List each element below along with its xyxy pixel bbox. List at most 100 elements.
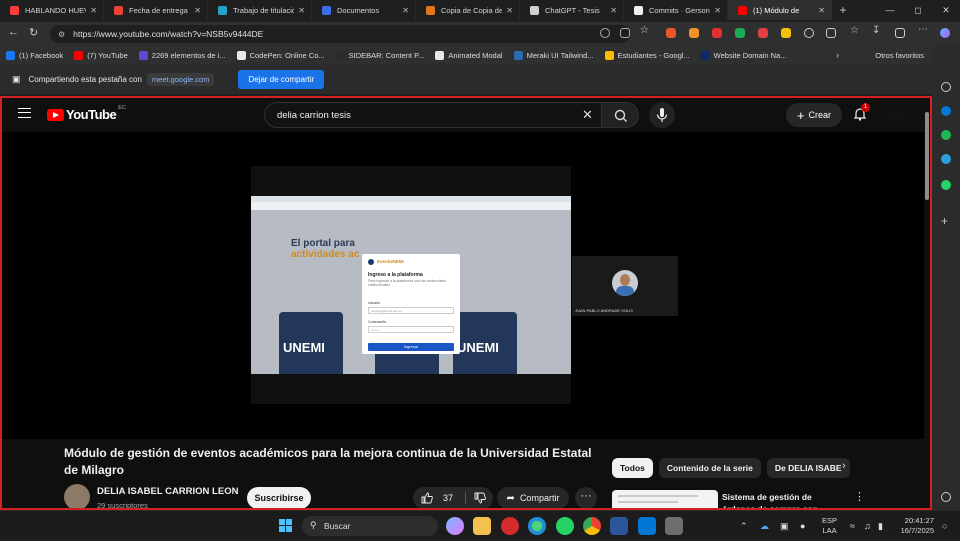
color-extension-icon[interactable] [758,28,768,38]
video-player[interactable]: El portal para actividades ac UNEMI UNEM… [2,132,930,439]
close-tab-icon[interactable]: ✕ [506,6,513,15]
filter-chip[interactable]: Todos [612,458,653,478]
whatsapp-icon[interactable] [556,517,574,535]
read-aloud-icon[interactable] [620,28,630,38]
share-button[interactable]: ➦ Compartir [497,487,569,508]
filter-chip[interactable]: Contenido de la serie [658,458,761,478]
copilot-icon[interactable] [940,28,950,38]
bookmark-item[interactable]: 2269 elementos de i... [138,50,226,60]
scrollbar-thumb[interactable] [925,112,929,200]
windows-start-icon[interactable] [279,519,293,533]
edge-icon[interactable] [528,517,546,535]
telegram-icon[interactable] [941,154,951,164]
clear-search-icon[interactable]: ✕ [582,107,593,123]
account-avatar[interactable] [887,105,907,125]
notifications-icon[interactable]: ○ [942,521,947,531]
reload-icon[interactable]: ↻ [29,26,38,39]
menu-icon[interactable] [18,108,31,118]
browser-tab[interactable]: Commits · GersonS ✕ [624,0,728,20]
youtube-logo[interactable]: YouTube EC [47,105,126,122]
settings-menu-icon[interactable]: ⋯ [918,24,928,35]
outlook-icon[interactable] [941,106,951,116]
search-input[interactable]: delia carrion tesis [264,102,602,128]
metamask-extension-icon[interactable] [689,28,699,38]
favorites-icon[interactable]: ☆ [850,25,860,36]
split-screen-icon[interactable] [826,28,836,38]
input-language[interactable]: ESP LAA [822,516,837,536]
bookmark-item[interactable]: Website Domain Na... [700,50,786,60]
bookmark-item[interactable]: Estudiantes - Googl... [604,50,690,60]
maximize-icon[interactable]: ◻ [904,0,932,20]
battery-icon[interactable]: ▮ [878,521,883,532]
close-tab-icon[interactable]: ✕ [714,6,721,15]
bookmark-item[interactable]: Meraki UI Tailwind... [513,50,594,60]
add-icon[interactable]: + [941,215,951,227]
close-tab-icon[interactable]: ✕ [610,6,617,15]
subscribe-button[interactable]: Suscribirse [247,487,311,508]
bookmark-item[interactable]: (1) Facebook [6,50,63,60]
calculator-icon[interactable] [665,517,683,535]
bookmark-item[interactable]: SIDEBAR: Content P... [335,50,424,60]
word-icon[interactable] [610,517,628,535]
recommendation-thumbnail[interactable] [612,490,718,508]
recommendation-title[interactable]: Sistema de gestión de órdenes de compra … [722,491,846,508]
like-button[interactable]: 37 [413,487,465,508]
search-button[interactable] [601,102,639,128]
channel-avatar[interactable] [64,484,90,508]
spotify-icon[interactable] [941,130,951,140]
browser-tab[interactable]: (1) Módulo de ✕ [728,0,832,20]
other-favorites[interactable]: Otros favoritos [875,51,924,60]
taskbar-search[interactable]: ⚲ Buscar [302,516,438,536]
wifi-icon[interactable]: ≈ [850,521,855,531]
chevron-right-icon[interactable]: › [836,50,839,60]
opera-icon[interactable] [501,517,519,535]
extensions-icon[interactable] [804,28,814,38]
voice-search-button[interactable] [649,102,675,128]
close-tab-icon[interactable]: ✕ [90,6,97,15]
close-window-icon[interactable]: ✕ [932,0,960,20]
address-bar[interactable]: ⚙ https://www.youtube.com/watch?v=NSB5v9… [50,25,630,43]
meet-icon[interactable]: ▣ [780,521,789,532]
browser-tab[interactable]: Fecha de entrega d ✕ [104,0,208,20]
chevron-up-icon[interactable]: ⌃ [740,521,748,532]
bookmark-item[interactable]: CodePen: Online Co... [236,50,325,60]
dislike-button[interactable] [467,487,493,508]
browser-tab[interactable]: HABLANDO HUEVA ✕ [0,0,104,20]
back-icon[interactable]: ← [8,26,19,38]
more-actions-button[interactable]: ··· [575,487,597,508]
favorite-star-icon[interactable]: ☆ [640,25,650,36]
filter-chip[interactable]: De DELIA ISABE [766,458,850,478]
system-clock[interactable]: 20:41:27 16/7/2025 [896,516,934,536]
browser-tab[interactable]: Copia de Copia de ✕ [416,0,520,20]
whatsapp-icon[interactable] [941,180,951,190]
search-icon[interactable] [941,82,951,92]
site-info-icon[interactable]: ⚙ [58,30,65,39]
new-tab-button[interactable]: + [832,0,854,20]
bookmark-item[interactable]: Animated Modal [435,50,503,60]
copilot-app-icon[interactable] [446,517,464,535]
download-icon[interactable]: ↧ [872,25,882,36]
shield-extension-icon[interactable] [735,28,745,38]
channel-name[interactable]: DELIA ISABEL CARRION LEON [97,486,238,497]
onedrive-icon[interactable]: ☁ [760,521,769,532]
file-explorer-icon[interactable] [473,517,491,535]
minimize-icon[interactable]: — [876,0,904,20]
vscode-icon[interactable] [638,517,656,535]
bookmark-item[interactable]: (7) YouTube [74,50,128,60]
share-icon[interactable] [600,28,610,38]
browser-tab[interactable]: Documentos ✕ [312,0,416,20]
collections-icon[interactable] [895,28,905,38]
close-tab-icon[interactable]: ✕ [818,6,825,15]
more-vert-icon[interactable]: ⋮ [854,490,865,503]
close-tab-icon[interactable]: ✕ [194,6,201,15]
chevron-right-icon[interactable]: › [842,460,846,472]
close-tab-icon[interactable]: ✕ [298,6,305,15]
create-button[interactable]: + Crear [786,103,842,127]
browser-tab[interactable]: ChatGPT - Tesis ✕ [520,0,624,20]
stop-sharing-button[interactable]: Dejar de compartir [238,69,325,89]
volume-icon[interactable]: ♫ [864,521,871,531]
sidebar-settings-icon[interactable] [941,492,951,502]
blocker-extension-icon[interactable] [712,28,722,38]
chrome-icon[interactable] [583,517,601,535]
browser-tab[interactable]: Trabajo de titulació ✕ [208,0,312,20]
